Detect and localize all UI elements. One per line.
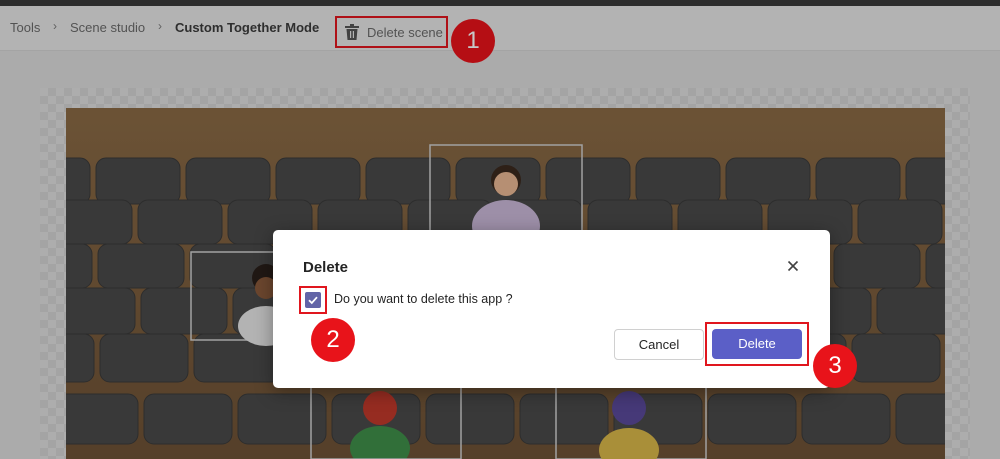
annotation-badge-2: 2 xyxy=(311,318,355,362)
cancel-button[interactable]: Cancel xyxy=(614,329,704,360)
delete-button[interactable]: Delete xyxy=(712,329,802,359)
confirm-checkbox[interactable] xyxy=(305,292,321,308)
confirm-checkbox-highlight xyxy=(299,286,327,314)
checkmark-icon xyxy=(308,296,318,305)
delete-button-highlight: Delete xyxy=(705,322,809,366)
close-icon[interactable] xyxy=(785,258,801,274)
delete-dialog: Delete Do you want to delete this app ? … xyxy=(273,230,830,388)
annotation-badge-3: 3 xyxy=(813,344,857,388)
dialog-title: Delete xyxy=(303,259,349,276)
confirm-question-text: Do you want to delete this app ? xyxy=(334,292,513,306)
